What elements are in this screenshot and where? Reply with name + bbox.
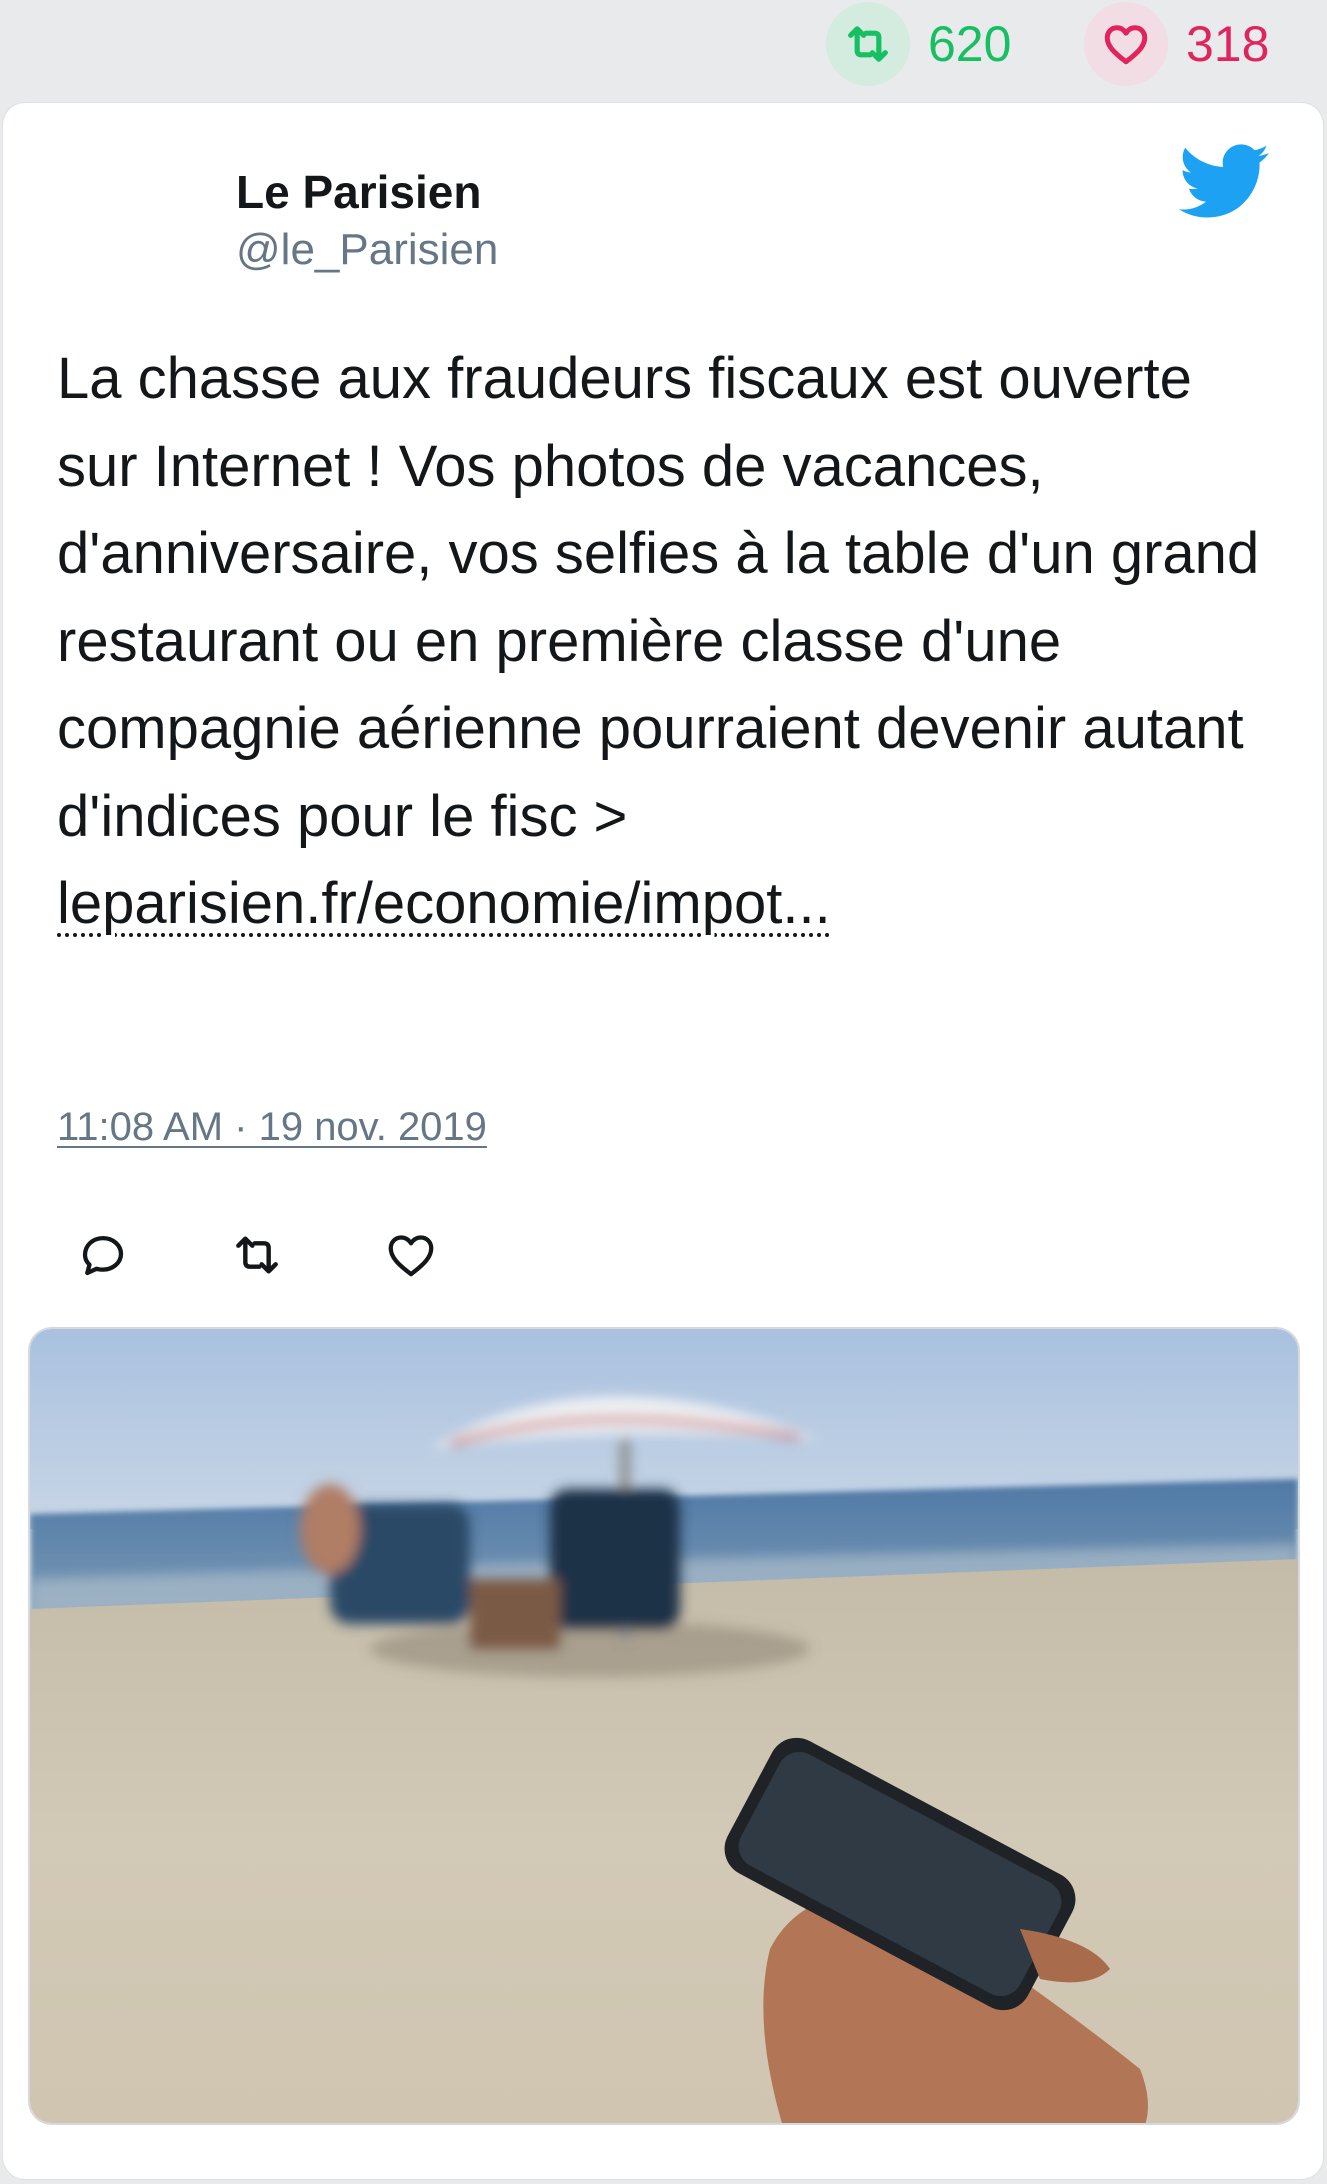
reply-icon[interactable] xyxy=(71,1223,135,1287)
retweet-icon[interactable] xyxy=(225,1223,289,1287)
author-handle[interactable]: @le_Parisien xyxy=(236,225,498,275)
tweet-timestamp[interactable]: 11:08 AM · 19 nov. 2019 xyxy=(57,1105,487,1150)
article-link[interactable]: leparisien.fr/economie/impot... xyxy=(57,860,957,948)
like-count: 318 xyxy=(1186,16,1270,72)
retweet-count: 620 xyxy=(928,16,1012,72)
retweet-icon[interactable] xyxy=(826,2,910,86)
tweet-card: Le Parisien @le_Parisien La chasse aux f… xyxy=(3,103,1323,2179)
like-icon[interactable] xyxy=(379,1223,443,1287)
engagement-bar: 620 318 xyxy=(0,0,1327,100)
retweet-stat[interactable]: 620 xyxy=(826,2,1012,86)
tweet-image[interactable] xyxy=(30,1329,1298,2123)
tweet-body: La chasse aux fraudeurs fiscaux est ouve… xyxy=(57,346,1260,849)
heart-icon[interactable] xyxy=(1084,2,1168,86)
tweet-actions xyxy=(71,1223,533,1287)
author-name[interactable]: Le Parisien xyxy=(236,165,481,219)
tweet-text: La chasse aux fraudeurs fiscaux est ouve… xyxy=(57,335,1287,948)
twitter-bird-icon[interactable] xyxy=(1175,143,1271,223)
like-stat[interactable]: 318 xyxy=(1084,2,1270,86)
